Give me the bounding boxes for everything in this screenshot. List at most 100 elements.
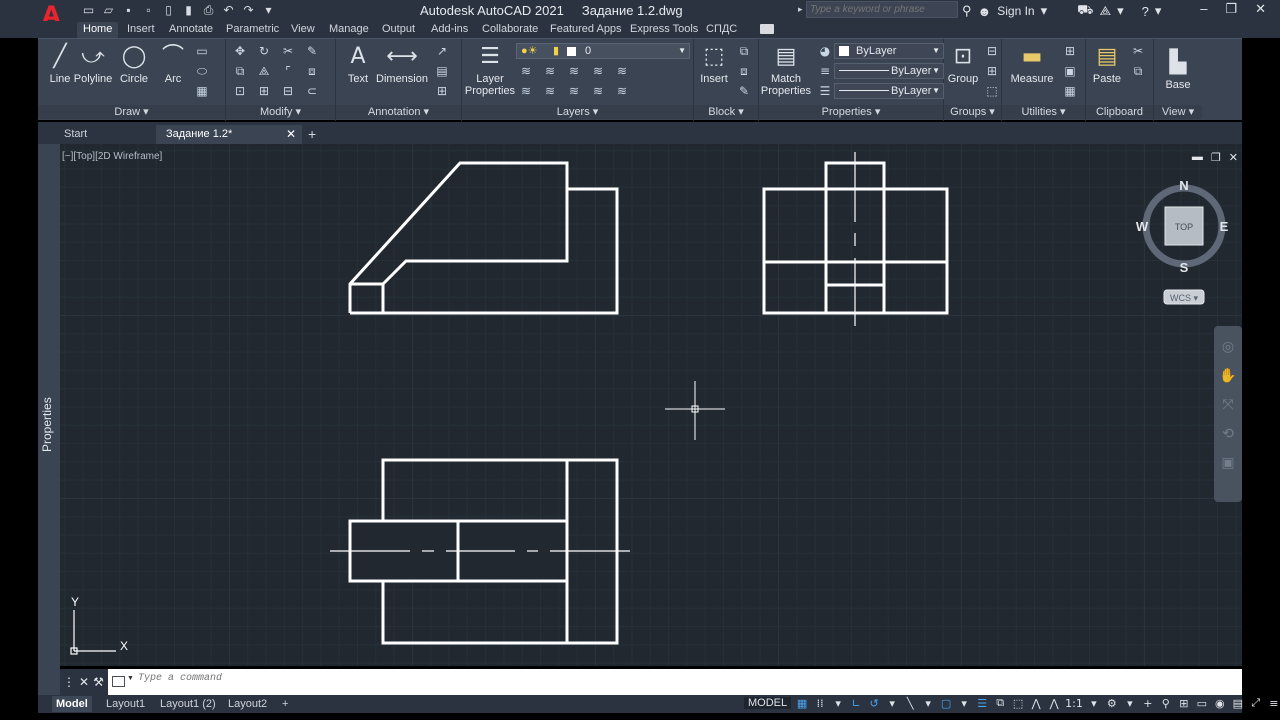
- modify-panel-title[interactable]: Modify ▾: [226, 105, 335, 119]
- copy-clip-icon[interactable]: ⧉: [1128, 63, 1148, 80]
- plot-icon[interactable]: ⎙: [200, 2, 217, 18]
- minimize-icon[interactable]: –: [1200, 1, 1207, 17]
- clipboard-panel-title[interactable]: Clipboard: [1086, 105, 1153, 119]
- group-button[interactable]: ⊡ Group: [944, 41, 982, 85]
- grid-icon[interactable]: ▦: [795, 697, 809, 710]
- recent-commands-icon[interactable]: ▼: [127, 675, 134, 682]
- command-prompt-icon[interactable]: [112, 676, 125, 687]
- help-icon[interactable]: ?: [1142, 4, 1149, 19]
- tab-start[interactable]: Start: [38, 125, 156, 144]
- erase-icon[interactable]: ✎: [302, 43, 322, 60]
- polyline-button[interactable]: ⤻ Polyline: [71, 41, 115, 85]
- match-properties-button[interactable]: ▤ Match Properties: [759, 41, 813, 97]
- annotation-visibility-icon[interactable]: ⋀: [1029, 697, 1043, 710]
- add-workspace-icon[interactable]: +: [1141, 697, 1155, 710]
- base-view-button[interactable]: ▙ Base: [1156, 47, 1200, 91]
- view-panel-title[interactable]: View ▾: [1154, 105, 1202, 119]
- properties-palette-collapsed[interactable]: Properties: [38, 144, 60, 697]
- osnap-dropdown-icon[interactable]: ▾: [957, 697, 971, 710]
- tab-spds[interactable]: СПДС: [700, 22, 743, 38]
- sign-in-dropdown-icon[interactable]: ▾: [1041, 3, 1048, 19]
- clean-screen-icon[interactable]: ⤢: [1249, 696, 1263, 710]
- front-view[interactable]: [348, 161, 619, 315]
- transparency-icon[interactable]: ⧉: [993, 696, 1007, 710]
- layer-properties-button[interactable]: ☰ Layer Properties: [464, 41, 516, 97]
- web-open-icon[interactable]: ▮: [180, 2, 197, 18]
- connect-icon[interactable]: ▾: [1117, 3, 1124, 19]
- layers-panel-title[interactable]: Layers ▾: [462, 105, 693, 119]
- autodesk-app-icon[interactable]: ⟁: [1099, 3, 1111, 19]
- selection-cycling-icon[interactable]: ⬚: [1011, 697, 1025, 710]
- move-icon[interactable]: ✥: [230, 43, 250, 60]
- workspace-icon[interactable]: ⚙: [1105, 697, 1119, 710]
- annotation-scale-dropdown-icon[interactable]: ▾: [1087, 697, 1101, 710]
- scale-icon[interactable]: ⊞: [254, 83, 274, 100]
- annotation-panel-title[interactable]: Annotation ▾: [336, 105, 461, 119]
- new-icon[interactable]: ▭: [80, 2, 97, 18]
- tab-home[interactable]: Home: [77, 22, 119, 38]
- customize-icon[interactable]: ⚒: [93, 675, 108, 689]
- ortho-icon[interactable]: ∟: [849, 697, 863, 710]
- model-space-button[interactable]: MODEL: [744, 697, 792, 709]
- edit-attributes-icon[interactable]: ✎: [734, 83, 754, 100]
- sign-in-link[interactable]: Sign In: [997, 4, 1034, 18]
- insert-button[interactable]: ⬚ Insert: [694, 41, 734, 85]
- ellipse-icon[interactable]: ⬭: [192, 63, 212, 80]
- search-icon[interactable]: ⚲: [962, 3, 972, 19]
- create-block-icon[interactable]: ⧉: [734, 43, 754, 60]
- tab-parametric[interactable]: Parametric: [220, 22, 285, 38]
- text-button[interactable]: A Text: [336, 41, 380, 85]
- calculator-icon[interactable]: ▦: [1060, 83, 1080, 100]
- customization-icon[interactable]: ≡: [1267, 697, 1280, 710]
- block-panel-title[interactable]: Block ▾: [694, 105, 758, 119]
- dimension-button[interactable]: ⟷ Dimension: [376, 41, 428, 85]
- tab-insert[interactable]: Insert: [121, 22, 161, 38]
- layer-lock-tool-icon[interactable]: ≋: [540, 83, 560, 100]
- tab-add-ins[interactable]: Add-ins: [425, 22, 474, 38]
- wcs-menu[interactable]: WCS ▾: [1163, 289, 1205, 305]
- utilities-panel-title[interactable]: Utilities ▾: [1002, 105, 1085, 119]
- fillet-icon[interactable]: ⌜: [278, 63, 298, 80]
- graphics-performance-icon[interactable]: ▤: [1231, 697, 1245, 710]
- tab-layout2[interactable]: Layout2: [224, 696, 271, 712]
- explode-icon[interactable]: ⧈: [302, 63, 322, 80]
- group-select-icon[interactable]: ⬚: [982, 83, 1002, 100]
- snap-dropdown-icon[interactable]: ▾: [831, 697, 845, 710]
- layer-match-icon[interactable]: ≋: [516, 63, 536, 80]
- redo-icon[interactable]: ↷: [240, 2, 257, 18]
- isodraft-icon[interactable]: ╲: [903, 697, 917, 710]
- polar-dropdown-icon[interactable]: ▾: [885, 697, 899, 710]
- linetype-dropdown[interactable]: ByLayer ▼: [834, 63, 944, 79]
- tab-drawing-active[interactable]: Задание 1.2* ✕: [156, 125, 302, 144]
- tab-manage[interactable]: Manage: [323, 22, 375, 38]
- paste-button[interactable]: ▤ Paste: [1086, 41, 1128, 85]
- cut-icon[interactable]: ✂: [1128, 43, 1148, 60]
- qat-menu-icon[interactable]: ▾: [260, 2, 277, 18]
- stretch-icon[interactable]: ⊡: [230, 83, 250, 100]
- layer-unisolate-icon[interactable]: ≋: [588, 63, 608, 80]
- units-icon[interactable]: ⊞: [1177, 697, 1191, 710]
- isodraft-dropdown-icon[interactable]: ▾: [921, 697, 935, 710]
- web-save-icon[interactable]: ▯: [160, 2, 177, 18]
- new-tab-icon[interactable]: +: [308, 126, 316, 142]
- layer-off-icon[interactable]: ≋: [516, 83, 536, 100]
- snap-icon[interactable]: ⁞⁞: [813, 697, 827, 710]
- lineweight-dropdown[interactable]: ByLayer ▼: [834, 83, 944, 99]
- quick-properties-icon[interactable]: ▭: [1195, 697, 1209, 710]
- isolate-objects-icon[interactable]: ◉: [1213, 697, 1227, 710]
- viewcube[interactable]: TOP N S E W: [1136, 178, 1229, 275]
- tab-model[interactable]: Model: [52, 696, 92, 712]
- ribbon-minimize-toggle[interactable]: [760, 24, 774, 34]
- command-input[interactable]: [138, 673, 638, 684]
- trim-icon[interactable]: ✂: [278, 43, 298, 60]
- close-tab-icon[interactable]: ✕: [286, 125, 296, 144]
- save-icon[interactable]: ▪: [120, 2, 137, 18]
- search-input[interactable]: [807, 2, 955, 17]
- new-layout-icon[interactable]: +: [278, 696, 292, 712]
- restore-icon[interactable]: ❐: [1225, 1, 1237, 17]
- osnap-icon[interactable]: ▢: [939, 697, 953, 710]
- tab-annotate[interactable]: Annotate: [163, 22, 219, 38]
- rectangle-icon[interactable]: ▭: [192, 43, 212, 60]
- copy-icon[interactable]: ⧉: [230, 63, 250, 80]
- annotation-scale[interactable]: 1:1: [1065, 697, 1083, 710]
